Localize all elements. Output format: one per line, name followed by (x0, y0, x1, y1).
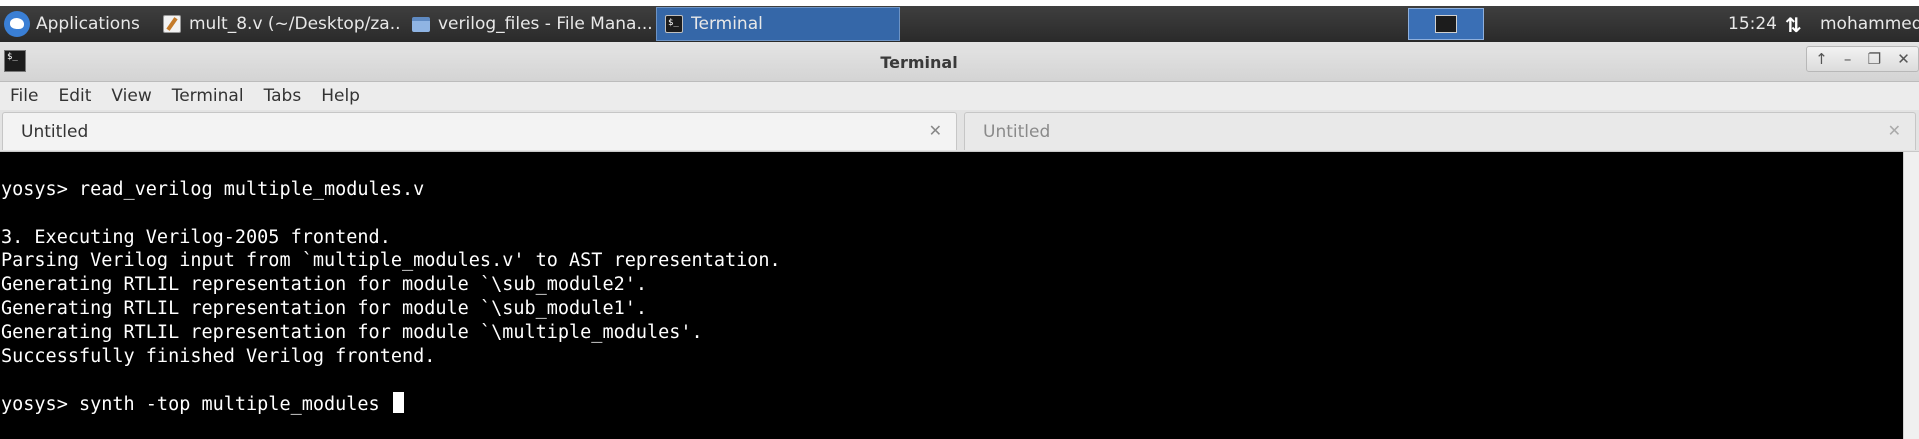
terminal-line: 3. Executing Verilog-2005 frontend. (1, 226, 391, 248)
menu-edit[interactable]: Edit (48, 86, 101, 106)
network-activity-icon[interactable]: ⇅ (1785, 14, 1807, 36)
workspace-switcher[interactable] (1408, 8, 1484, 40)
menu-view[interactable]: View (101, 86, 161, 106)
tab-close-icon[interactable]: ✕ (929, 121, 942, 140)
prompt-command: yosys> synth -top multiple_modules (1, 394, 391, 416)
workspace-window-thumbnail-icon (1435, 15, 1457, 33)
xfce-logo-icon (4, 11, 30, 37)
taskbar-window-label: Terminal (691, 14, 763, 34)
terminal-scrollbar[interactable] (1903, 152, 1919, 439)
applications-label: Applications (36, 14, 140, 34)
tab-untitled-1[interactable]: Untitled ✕ (2, 112, 957, 150)
taskbar: Applications mult_8.v (~/Desktop/za... v… (0, 6, 1919, 42)
menu-help[interactable]: Help (311, 86, 370, 106)
menu-bar: File Edit View Terminal Tabs Help (0, 82, 1919, 110)
terminal-line: Parsing Verilog input from `multiple_mod… (1, 250, 781, 272)
terminal-line: Generating RTLIL representation for modu… (1, 321, 703, 343)
menu-tabs[interactable]: Tabs (254, 86, 312, 106)
terminal-line: Successfully finished Verilog frontend. (1, 345, 436, 367)
window-controls: ↑ – ❐ ✕ (1806, 46, 1919, 72)
clock[interactable]: 15:24 (1728, 6, 1777, 42)
taskbar-window-label: verilog_files - File Mana... (438, 14, 653, 34)
terminal-output[interactable]: yosys> read_verilog multiple_modules.v 3… (0, 152, 1903, 439)
tab-close-icon[interactable]: ✕ (1888, 121, 1901, 140)
window-titlebar[interactable]: $_ Terminal ↑ – ❐ ✕ (0, 42, 1919, 82)
folder-icon (412, 16, 430, 32)
taskbar-window-terminal[interactable]: $_ Terminal (656, 7, 900, 41)
text-cursor (392, 392, 404, 414)
taskbar-window-file-manager[interactable]: verilog_files - File Mana... (404, 6, 654, 42)
tab-label: Untitled (983, 121, 1051, 142)
applications-menu-button[interactable]: Applications (4, 6, 150, 42)
terminal-prompt-line[interactable]: yosys> synth -top multiple_modules (1, 392, 1903, 416)
text-editor-icon (163, 15, 181, 33)
terminal-line: yosys> read_verilog multiple_modules.v (1, 179, 425, 200)
user-menu[interactable]: mohammed (1820, 6, 1919, 42)
keep-above-icon[interactable]: ↑ (1815, 50, 1828, 68)
taskbar-window-mult8[interactable]: mult_8.v (~/Desktop/za... (155, 6, 401, 42)
menu-terminal[interactable]: Terminal (162, 86, 254, 106)
tab-untitled-2[interactable]: Untitled ✕ (964, 112, 1916, 150)
close-icon[interactable]: ✕ (1897, 50, 1910, 68)
tab-label: Untitled (21, 121, 89, 142)
terminal-line: Generating RTLIL representation for modu… (1, 297, 648, 319)
minimize-icon[interactable]: – (1844, 50, 1852, 68)
tab-bar: Untitled ✕ Untitled ✕ (0, 110, 1919, 152)
window-title: Terminal (880, 52, 958, 72)
maximize-icon[interactable]: ❐ (1868, 50, 1881, 68)
terminal-icon: $_ (665, 15, 683, 33)
menu-file[interactable]: File (0, 86, 48, 106)
terminal-line: Generating RTLIL representation for modu… (1, 274, 648, 296)
taskbar-window-label: mult_8.v (~/Desktop/za... (189, 14, 401, 34)
